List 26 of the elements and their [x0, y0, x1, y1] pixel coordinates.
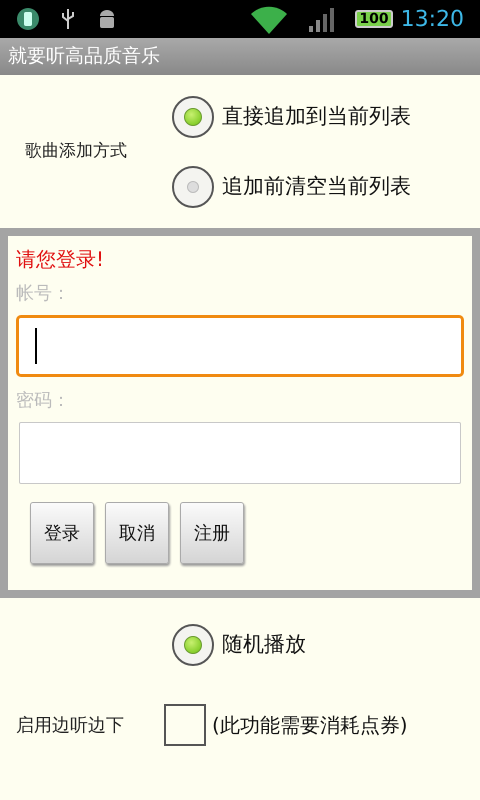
phone-icon — [16, 7, 40, 31]
radio-label: 随机播放 — [222, 631, 306, 658]
login-button[interactable]: 登录 — [30, 502, 94, 564]
signal-icon — [309, 6, 336, 32]
window-title: 就要听高品质音乐 — [8, 44, 160, 70]
input-field[interactable] — [16, 315, 464, 377]
field-label: 帐号： — [16, 282, 71, 306]
radio-button[interactable] — [172, 96, 214, 138]
wifi-icon — [249, 4, 290, 34]
radio-label: 追加前清空当前列表 — [222, 172, 411, 200]
clock: 13:20 — [400, 6, 464, 34]
radio-button[interactable] — [172, 624, 214, 666]
radio-button[interactable] — [172, 166, 214, 208]
login-button[interactable]: 取消 — [105, 502, 169, 564]
checkbox-note: (此功能需要消耗点券) — [212, 712, 408, 739]
input-field[interactable] — [19, 422, 461, 484]
checkbox[interactable] — [164, 704, 206, 746]
radio-label: 直接追加到当前列表 — [222, 102, 411, 130]
battery-indicator: 100 — [355, 10, 393, 28]
login-heading: 请您登录! — [16, 246, 106, 273]
field-label: 密码： — [16, 389, 71, 413]
option-label: 启用边听边下 — [16, 714, 125, 738]
usb-icon — [60, 7, 76, 31]
option-label: 歌曲添加方式 — [24, 140, 128, 163]
text-cursor — [35, 328, 37, 364]
login-button[interactable]: 注册 — [180, 502, 244, 564]
